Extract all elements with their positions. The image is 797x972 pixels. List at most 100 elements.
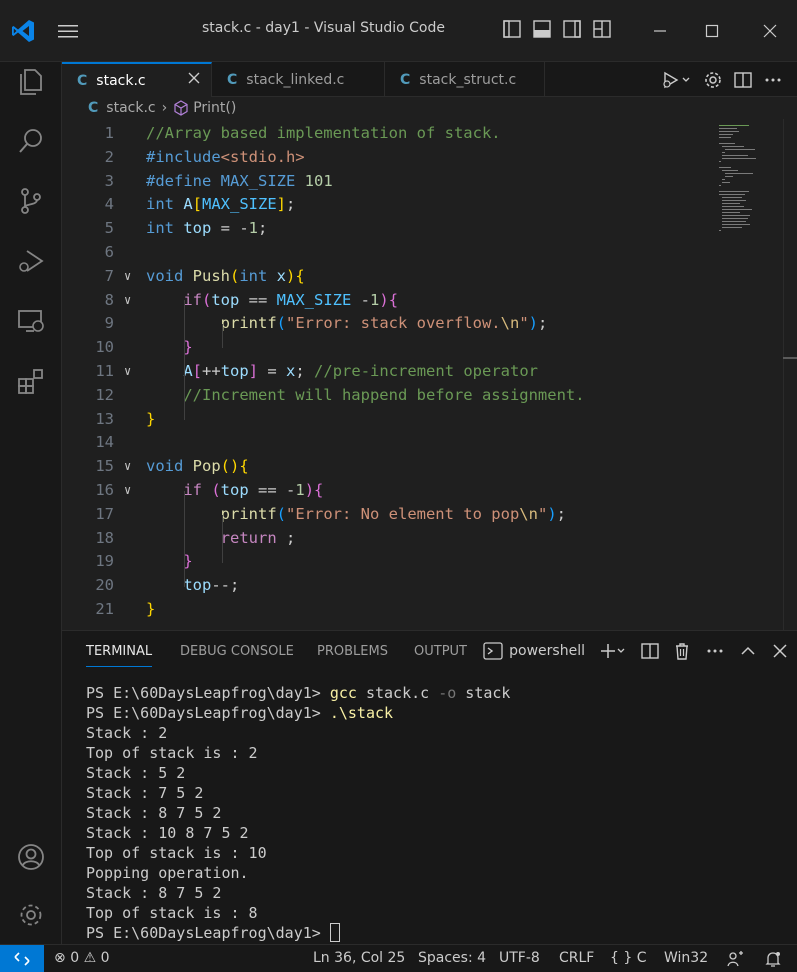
- tab-problems[interactable]: PROBLEMS: [317, 644, 388, 659]
- terminal-line: Top of stack is : 8: [86, 903, 786, 923]
- fold-chevron-icon[interactable]: ∨: [124, 359, 131, 383]
- code-line[interactable]: 19 }: [62, 549, 722, 573]
- indentation[interactable]: Spaces: 4: [418, 950, 486, 966]
- code-text: printf("Error: stack overflow.\n");: [146, 311, 548, 335]
- code-line[interactable]: 10 }: [62, 335, 722, 359]
- code-token: {: [314, 481, 324, 499]
- code-line[interactable]: 18 return ;: [62, 526, 722, 550]
- fold-chevron-icon[interactable]: ∨: [124, 478, 131, 502]
- split-terminal-icon[interactable]: [641, 641, 659, 661]
- end-of-line[interactable]: CRLF: [559, 950, 594, 966]
- language-mode[interactable]: { } C: [610, 950, 647, 966]
- code-line[interactable]: 8 ∨ if(top == MAX_SIZE -1){: [62, 288, 722, 312]
- tab-terminal[interactable]: TERMINAL: [86, 644, 153, 667]
- more-actions-icon[interactable]: [763, 70, 783, 90]
- code-token: top: [211, 290, 240, 309]
- manage-button[interactable]: [14, 898, 48, 932]
- minimize-button[interactable]: [645, 16, 675, 46]
- minimize-icon: [654, 30, 666, 32]
- maximize-button[interactable]: [697, 16, 727, 46]
- code-line[interactable]: 14: [62, 430, 722, 454]
- breadcrumb-symbol[interactable]: Print(): [193, 100, 236, 116]
- line-number: 9: [104, 314, 114, 333]
- notifications-bell-icon[interactable]: [764, 950, 782, 968]
- code-token: }: [146, 409, 156, 428]
- close-window-button[interactable]: [755, 16, 785, 46]
- terminal-line: Stack : 10 8 7 5 2: [86, 823, 786, 843]
- close-panel-icon[interactable]: [771, 641, 789, 661]
- fold-chevron-icon[interactable]: ∨: [124, 264, 131, 288]
- code-token: //Increment will happend before assignme…: [183, 385, 585, 404]
- toggle-secondary-sidebar-icon[interactable]: [563, 19, 581, 39]
- fold-chevron-icon[interactable]: ∨: [124, 288, 131, 312]
- terminal-name[interactable]: powershell: [509, 643, 585, 659]
- code-line[interactable]: 2 #include<stdio.h>: [62, 145, 722, 169]
- add-terminal-icon[interactable]: [599, 641, 627, 661]
- tab-debug-console[interactable]: DEBUG CONSOLE: [180, 644, 294, 659]
- fold-chevron-icon[interactable]: ∨: [124, 454, 131, 478]
- terminal-text: Top of stack is : 2: [86, 744, 258, 762]
- code-line[interactable]: 15 ∨ void Pop(){: [62, 454, 722, 478]
- extensions-button[interactable]: [14, 364, 48, 398]
- editor-scrollbar[interactable]: [783, 119, 797, 630]
- code-line[interactable]: 6: [62, 240, 722, 264]
- terminal-output[interactable]: PS E:\60DaysLeapfrog\day1> gcc stack.c -…: [86, 683, 786, 943]
- encoding[interactable]: UTF-8: [499, 950, 540, 966]
- code-line[interactable]: 21}: [62, 597, 722, 621]
- minimap[interactable]: [719, 123, 759, 233]
- source-control-button[interactable]: [14, 184, 48, 218]
- more-actions-icon[interactable]: [705, 641, 725, 661]
- code-line[interactable]: 3 #define MAX_SIZE 101: [62, 169, 722, 193]
- gear-icon[interactable]: [703, 70, 723, 90]
- run-debug-dropdown-icon[interactable]: [661, 70, 693, 90]
- line-number: 13: [95, 409, 114, 428]
- code-line[interactable]: 20 top--;: [62, 573, 722, 597]
- tab-stack-linked-c[interactable]: C stack_linked.c: [212, 62, 385, 97]
- code-line[interactable]: 17 printf("Error: No element to pop\n");: [62, 502, 722, 526]
- remote-explorer-icon: [18, 310, 44, 332]
- accounts-button[interactable]: [14, 840, 48, 874]
- tab-stack-struct-c[interactable]: C stack_struct.c: [385, 62, 545, 97]
- code-line[interactable]: 4 int A[MAX_SIZE];: [62, 192, 722, 216]
- code-editor[interactable]: 1 //Array based implementation of stack. 2…: [62, 119, 797, 630]
- code-line[interactable]: 7 ∨ void Push(int x){: [62, 264, 722, 288]
- platform[interactable]: Win32: [664, 950, 708, 966]
- code-line[interactable]: 5 int top = -1;: [62, 216, 722, 240]
- problems-indicator[interactable]: ⊗ 0 ⚠ 0: [54, 950, 110, 966]
- line-number: 14: [95, 433, 114, 452]
- breadcrumb-file[interactable]: stack.c: [106, 100, 155, 116]
- search-button[interactable]: [14, 124, 48, 158]
- run-and-debug-button[interactable]: [14, 244, 48, 278]
- code-line[interactable]: 11 ∨ A[++top] = x; //pre-increment operat…: [62, 359, 722, 383]
- remote-indicator[interactable]: [0, 945, 44, 972]
- maximize-panel-icon[interactable]: [739, 641, 757, 661]
- toggle-primary-sidebar-icon[interactable]: [503, 19, 521, 39]
- feedback-icon[interactable]: [726, 950, 744, 968]
- remote-explorer-button[interactable]: [14, 304, 48, 338]
- trash-icon[interactable]: [673, 641, 691, 661]
- toggle-panel-icon[interactable]: [533, 19, 551, 39]
- customize-layout-icon[interactable]: [593, 19, 611, 39]
- code-line[interactable]: 1 //Array based implementation of stack.: [62, 121, 722, 145]
- terminal-text: Stack : 7 5 2: [86, 784, 204, 802]
- cursor-position[interactable]: Ln 36, Col 25: [313, 950, 405, 966]
- code-token: MAX_SIZE: [220, 171, 305, 190]
- line-number: 2: [104, 147, 114, 166]
- code-token: }: [146, 600, 156, 618]
- tab-close-button[interactable]: [188, 72, 200, 88]
- code-line[interactable]: 9 printf("Error: stack overflow.\n");: [62, 311, 722, 335]
- code-line[interactable]: 12 //Increment will happend before assig…: [62, 383, 722, 407]
- explorer-button[interactable]: [14, 64, 48, 98]
- code-token: ): [379, 290, 389, 309]
- tab-stack-c[interactable]: C stack.c: [62, 62, 212, 97]
- terminal-line: Stack : 8 7 5 2: [86, 883, 786, 903]
- warning-icon: ⚠: [83, 950, 97, 966]
- tab-output[interactable]: OUTPUT: [414, 644, 467, 659]
- terminal-prompt: PS E:\60DaysLeapfrog\day1>: [86, 704, 330, 722]
- code-line[interactable]: 13}: [62, 407, 722, 431]
- c-file-icon: C: [77, 72, 88, 89]
- code-line[interactable]: 16 ∨ if (top == -1){: [62, 478, 722, 502]
- split-editor-icon[interactable]: [733, 70, 753, 90]
